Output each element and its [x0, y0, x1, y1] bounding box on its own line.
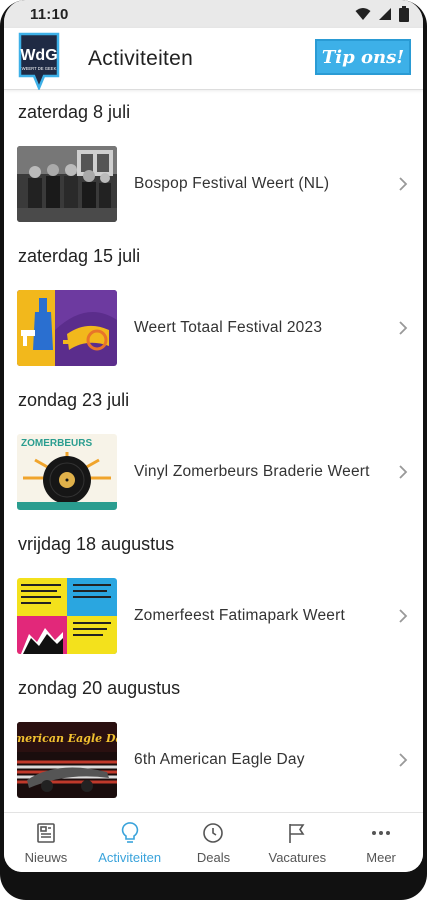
- page-title: Activiteiten: [88, 46, 194, 70]
- nav-label: Activiteiten: [98, 849, 162, 865]
- event-title: Weert Totaal Festival 2023: [134, 319, 323, 336]
- app-header: WdG WEERT DE GEEK Activiteiten Tip ons!: [4, 28, 423, 90]
- nav-label: Vacatures: [268, 849, 327, 865]
- screen: 11:10 WdG WEERT DE GEEK Activiteiten Tip…: [4, 0, 423, 872]
- chevron-right-icon: [399, 753, 408, 767]
- lightbulb-icon: [121, 821, 138, 843]
- device-frame: 11:10 WdG WEERT DE GEEK Activiteiten Tip…: [0, 0, 427, 900]
- thumbnail-text: ZOMERBEURS: [21, 438, 92, 449]
- nav-item-vacatures[interactable]: Vacatures: [255, 813, 339, 872]
- battery-icon: [399, 6, 409, 22]
- event-thumbnail: American Eagle Day: [17, 722, 117, 798]
- nav-label: Deals: [196, 849, 231, 865]
- more-icon: [372, 830, 391, 835]
- event-row-american-eagle-day[interactable]: American Eagle Day 6th American Eagle Da…: [4, 710, 423, 810]
- nav-item-deals[interactable]: Deals: [172, 813, 256, 872]
- event-thumbnail: [17, 146, 117, 222]
- event-thumbnail: [17, 578, 117, 654]
- thumbnail-text: American Eagle Day: [17, 732, 117, 745]
- event-title: Zomerfeest Fatimapark Weert: [134, 607, 345, 624]
- nav-item-nieuws[interactable]: Nieuws: [4, 813, 88, 872]
- event-list[interactable]: zaterdag 8 juli Bospop Festival Weert (N…: [4, 90, 423, 812]
- chevron-right-icon: [399, 177, 408, 191]
- event-thumbnail: [17, 290, 117, 366]
- bottom-navigation: Nieuws Activiteiten Deals Vacatures Meer: [4, 812, 423, 872]
- event-title: 6th American Eagle Day: [134, 751, 305, 768]
- event-thumbnail: ZOMERBEURS: [17, 434, 117, 510]
- status-time: 11:10: [30, 5, 69, 23]
- tip-ons-button[interactable]: Tip ons!: [315, 39, 411, 75]
- status-icons: [355, 6, 409, 22]
- newspaper-icon: [37, 822, 55, 843]
- day-header: zondag 23 juli: [18, 389, 130, 410]
- nav-item-activiteiten[interactable]: Activiteiten: [88, 813, 172, 872]
- flag-icon: [289, 823, 305, 843]
- logo-subtext: WEERT DE GEEK: [22, 66, 57, 71]
- chevron-right-icon: [399, 609, 408, 623]
- nav-label: Meer: [366, 849, 396, 865]
- event-row-vinyl-zomerbeurs[interactable]: ZOMERBEURS Vinyl Zomerbeurs Braderie Wee…: [4, 422, 423, 522]
- chevron-right-icon: [399, 321, 408, 335]
- event-row-bospop[interactable]: Bospop Festival Weert (NL): [4, 134, 423, 234]
- day-header: vrijdag 18 augustus: [18, 533, 175, 554]
- nav-label: Nieuws: [24, 849, 68, 865]
- event-title: Bospop Festival Weert (NL): [134, 175, 330, 192]
- day-header: zondag 20 augustus: [18, 677, 181, 698]
- wdg-logo[interactable]: WdG WEERT DE GEEK: [18, 32, 60, 90]
- chevron-right-icon: [399, 465, 408, 479]
- event-row-zomerfeest-fatimapark[interactable]: Zomerfeest Fatimapark Weert: [4, 566, 423, 666]
- logo-text: WdG: [20, 47, 57, 64]
- signal-icon: [379, 8, 391, 20]
- clock-icon: [203, 822, 224, 843]
- day-header: zaterdag 15 juli: [18, 245, 141, 266]
- day-header: zaterdag 8 juli: [18, 101, 131, 122]
- event-row-weert-totaal[interactable]: Weert Totaal Festival 2023: [4, 278, 423, 378]
- nav-item-meer[interactable]: Meer: [339, 813, 423, 872]
- event-title: Vinyl Zomerbeurs Braderie Weert: [134, 463, 370, 480]
- status-bar: 11:10: [4, 0, 423, 28]
- wifi-icon: [355, 8, 371, 20]
